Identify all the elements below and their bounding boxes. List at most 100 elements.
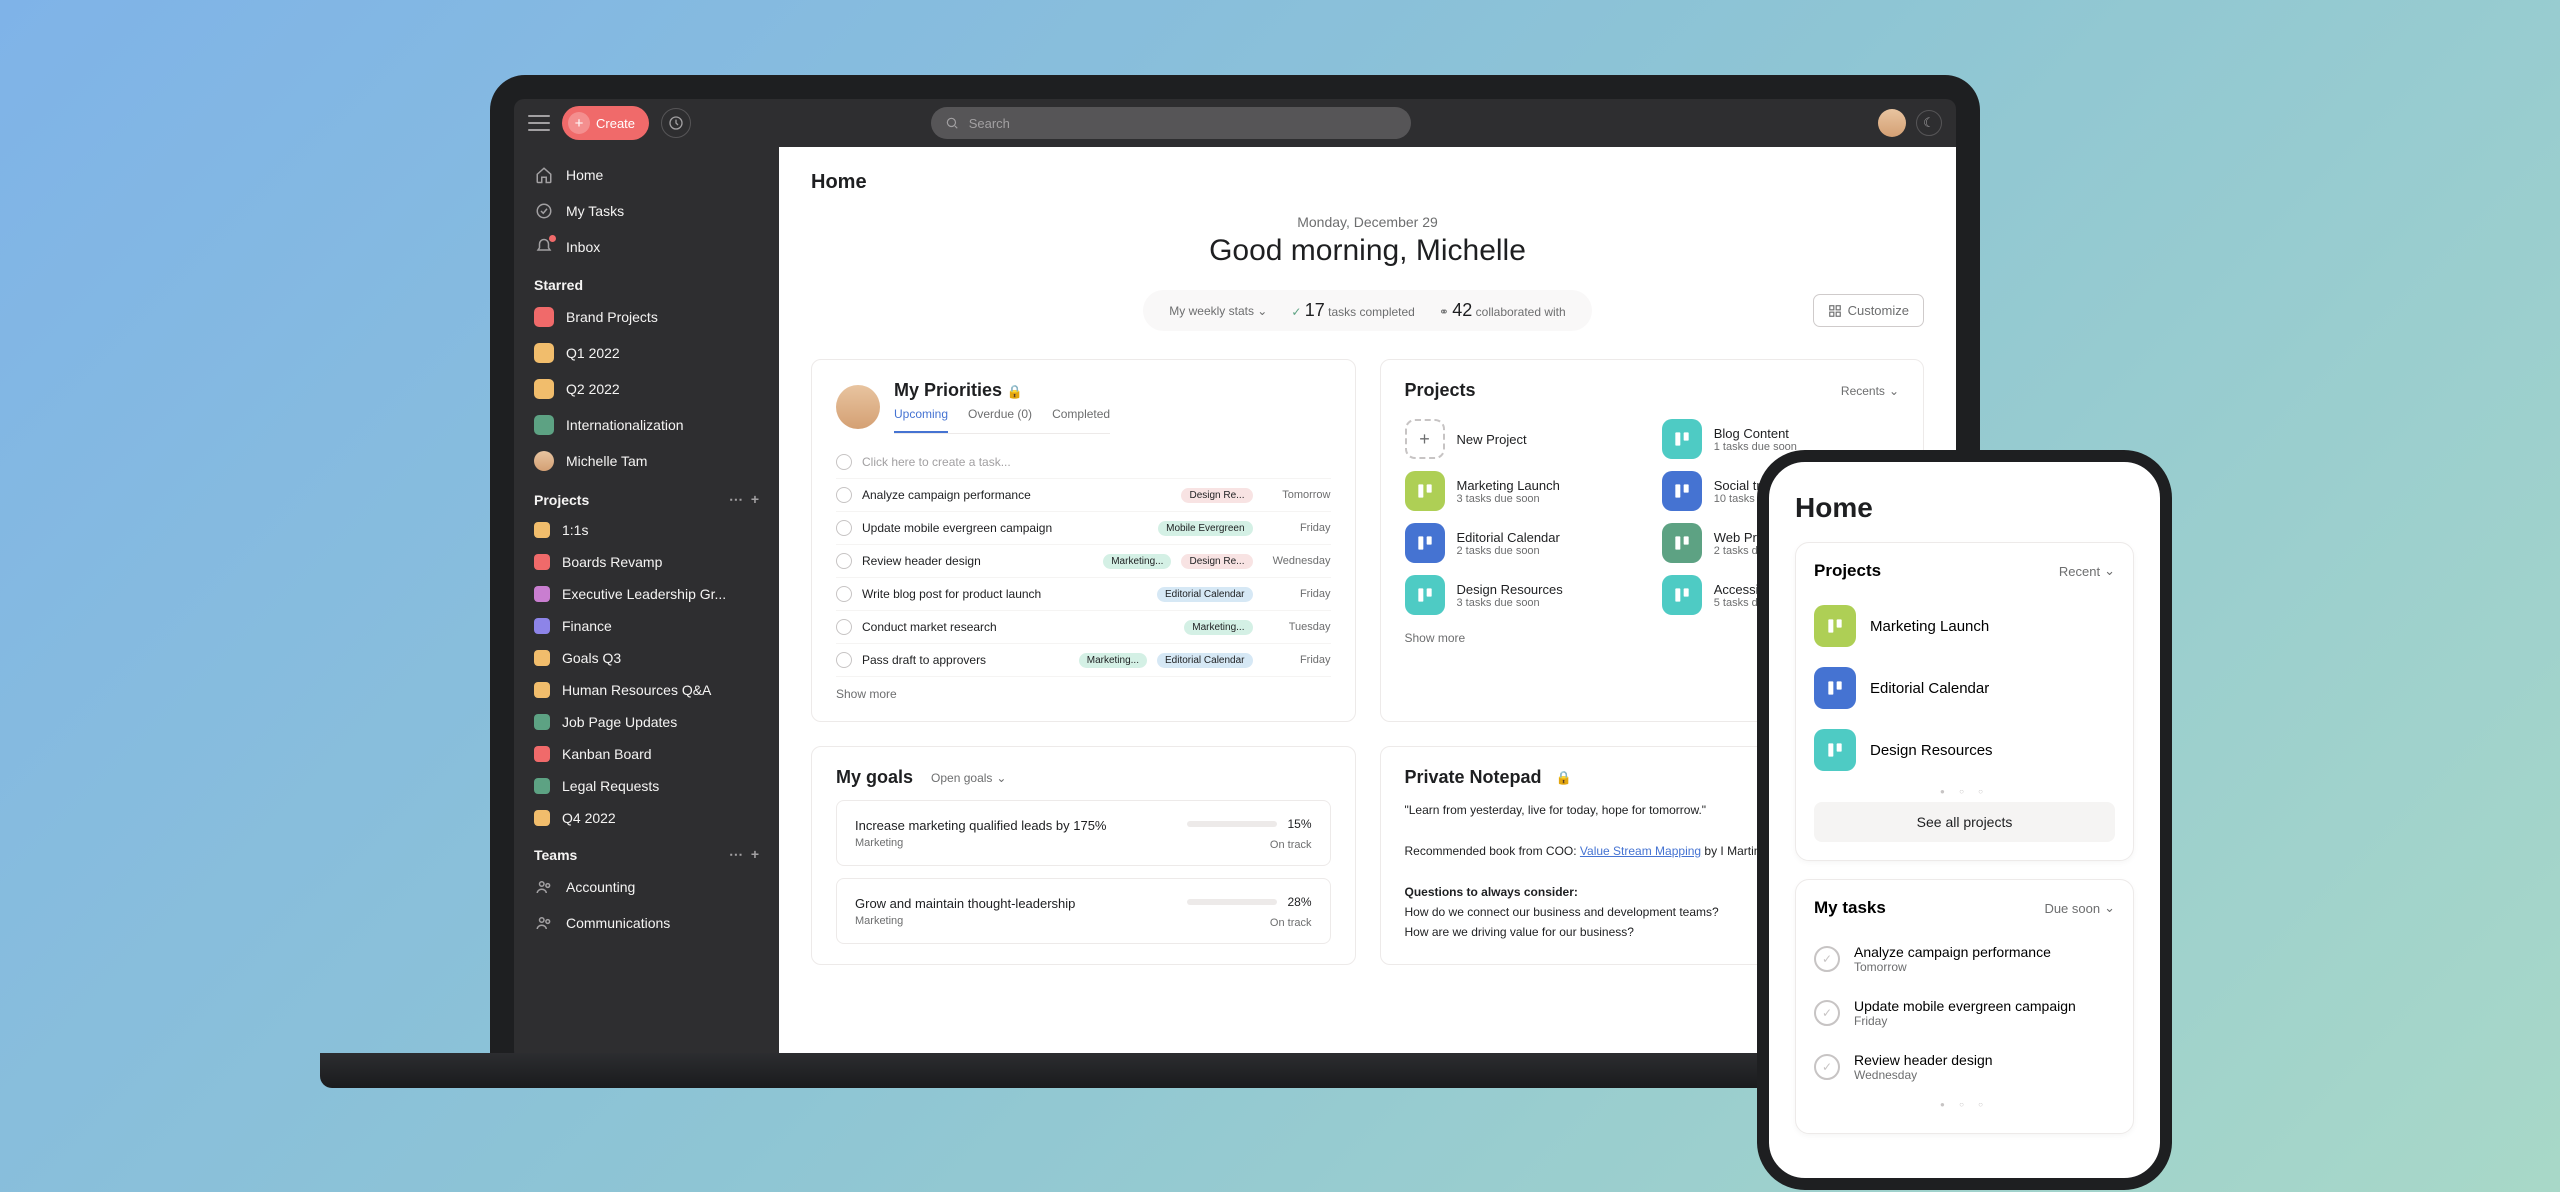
recents-dropdown[interactable]: Recents ⌄ — [1841, 384, 1899, 398]
tab-completed[interactable]: Completed — [1052, 407, 1110, 433]
phone-project-item[interactable]: Marketing Launch — [1814, 595, 2115, 657]
greeting-block: Monday, December 29 Good morning, Michel… — [811, 214, 1924, 268]
project-name: Marketing Launch — [1457, 478, 1560, 493]
check-icon[interactable]: ✓ — [1814, 946, 1840, 972]
sidebar-project-item[interactable]: Boards Revamp — [514, 546, 779, 578]
phone-task-item[interactable]: ✓Analyze campaign performanceTomorrow — [1814, 932, 2115, 986]
sidebar-project-item[interactable]: 1:1s — [514, 514, 779, 546]
project-sub: 1 tasks due soon — [1714, 441, 1797, 453]
task-tag[interactable]: Marketing... — [1079, 653, 1147, 668]
sidebar-project-item[interactable]: Q4 2022 — [514, 802, 779, 834]
stats-dropdown[interactable]: My weekly stats ⌄ — [1169, 304, 1267, 318]
sidebar-project-item[interactable]: Human Resources Q&A — [514, 674, 779, 706]
tab-overdue[interactable]: Overdue (0) — [968, 407, 1032, 433]
sidebar-project-item[interactable]: Legal Requests — [514, 770, 779, 802]
task-tag[interactable]: Marketing... — [1103, 554, 1171, 569]
task-row[interactable]: Pass draft to approversMarketing...Edito… — [836, 644, 1331, 677]
sidebar-project-item[interactable]: Finance — [514, 610, 779, 642]
task-row[interactable]: Review header designMarketing...Design R… — [836, 545, 1331, 578]
task-date: Friday — [1263, 654, 1331, 666]
project-sub: 3 tasks due soon — [1457, 493, 1560, 505]
sidebar-starred-item[interactable]: Q2 2022 — [514, 371, 779, 407]
sidebar-starred-item[interactable]: Michelle Tam — [514, 443, 779, 479]
sidebar-starred-item[interactable]: Q1 2022 — [514, 335, 779, 371]
dnd-icon[interactable]: ☾ — [1916, 110, 1942, 136]
nav-label: Inbox — [566, 239, 600, 255]
check-icon[interactable] — [836, 652, 852, 668]
check-icon[interactable]: ✓ — [1814, 1000, 1840, 1026]
task-tag[interactable]: Marketing... — [1184, 620, 1252, 635]
project-icon — [1662, 575, 1702, 615]
sidebar-project-item[interactable]: Job Page Updates — [514, 706, 779, 738]
more-icon[interactable]: ⋯ — [729, 491, 743, 508]
menu-toggle-icon[interactable] — [528, 115, 550, 131]
nav-inbox[interactable]: Inbox — [514, 229, 779, 265]
task-row[interactable]: Conduct market researchMarketing...Tuesd… — [836, 611, 1331, 644]
phone-tasks-card: My tasks Due soon ⌄ ✓Analyze campaign pe… — [1795, 879, 2134, 1134]
check-icon[interactable] — [836, 520, 852, 536]
nav-my-tasks[interactable]: My Tasks — [514, 193, 779, 229]
check-icon[interactable] — [836, 553, 852, 569]
goals-dropdown[interactable]: Open goals ⌄ — [931, 771, 1006, 785]
project-item[interactable]: Design Resources3 tasks due soon — [1405, 569, 1642, 621]
sidebar-project-item[interactable]: Executive Leadership Gr... — [514, 578, 779, 610]
item-label: Q1 2022 — [566, 345, 620, 361]
task-tag[interactable]: Design Re... — [1181, 554, 1252, 569]
user-avatar[interactable] — [1878, 109, 1906, 137]
nav-home[interactable]: Home — [514, 157, 779, 193]
pagination-dots[interactable]: ● ○ ○ — [1814, 787, 2115, 796]
item-label: Legal Requests — [562, 778, 659, 794]
create-button[interactable]: + Create — [562, 106, 649, 140]
project-icon — [1662, 419, 1702, 459]
check-icon[interactable] — [836, 619, 852, 635]
phone-task-item[interactable]: ✓Update mobile evergreen campaignFriday — [1814, 986, 2115, 1040]
goal-item[interactable]: Grow and maintain thought-leadershipMark… — [836, 878, 1331, 944]
tab-upcoming[interactable]: Upcoming — [894, 407, 948, 433]
show-more-button[interactable]: Show more — [836, 687, 1331, 701]
see-all-button[interactable]: See all projects — [1814, 802, 2115, 842]
rec-link[interactable]: Value Stream Mapping — [1580, 844, 1701, 858]
new-project-button[interactable]: +New Project — [1405, 413, 1642, 465]
sidebar-project-item[interactable]: Goals Q3 — [514, 642, 779, 674]
task-row[interactable]: Update mobile evergreen campaignMobile E… — [836, 512, 1331, 545]
add-icon[interactable]: + — [751, 846, 759, 863]
sidebar-starred-item[interactable]: Internationalization — [514, 407, 779, 443]
task-tag[interactable]: Mobile Evergreen — [1158, 521, 1252, 536]
sidebar-team-item[interactable]: Communications — [514, 905, 779, 941]
task-row[interactable]: Write blog post for product launchEditor… — [836, 578, 1331, 611]
sidebar-team-item[interactable]: Accounting — [514, 869, 779, 905]
pagination-dots[interactable]: ● ○ ○ — [1814, 1100, 2115, 1109]
teams-header[interactable]: Teams ⋯ + — [514, 834, 779, 869]
goal-item[interactable]: Increase marketing qualified leads by 17… — [836, 800, 1331, 866]
project-icon — [1662, 471, 1702, 511]
add-icon[interactable]: + — [751, 491, 759, 508]
check-icon[interactable] — [836, 586, 852, 602]
project-item[interactable]: Marketing Launch3 tasks due soon — [1405, 465, 1642, 517]
task-tag[interactable]: Editorial Calendar — [1157, 587, 1253, 602]
create-task-input[interactable]: Click here to create a task... — [836, 446, 1331, 479]
projects-header[interactable]: Projects ⋯ + — [514, 479, 779, 514]
page-title: Home — [811, 171, 1924, 194]
sidebar-project-item[interactable]: Kanban Board — [514, 738, 779, 770]
more-icon[interactable]: ⋯ — [729, 846, 743, 863]
customize-button[interactable]: Customize — [1813, 294, 1924, 327]
phone-project-item[interactable]: Editorial Calendar — [1814, 657, 2115, 719]
check-icon[interactable]: ✓ — [1814, 1054, 1840, 1080]
project-item[interactable]: Editorial Calendar2 tasks due soon — [1405, 517, 1642, 569]
item-label: Boards Revamp — [562, 554, 662, 570]
card-title: My tasks — [1814, 898, 1886, 918]
sidebar-starred-item[interactable]: Brand Projects — [514, 299, 779, 335]
due-dropdown[interactable]: Due soon ⌄ — [2044, 900, 2115, 916]
recent-dropdown[interactable]: Recent ⌄ — [2059, 563, 2115, 579]
check-icon[interactable] — [836, 487, 852, 503]
search-input[interactable]: Search — [931, 107, 1411, 139]
phone-task-item[interactable]: ✓Review header designWednesday — [1814, 1040, 2115, 1094]
task-tag[interactable]: Design Re... — [1181, 488, 1252, 503]
q-header: Questions to always consider: — [1405, 885, 1578, 899]
project-icon — [1662, 523, 1702, 563]
task-tag[interactable]: Editorial Calendar — [1157, 653, 1253, 668]
phone-project-item[interactable]: Design Resources — [1814, 719, 2115, 781]
task-row[interactable]: Analyze campaign performanceDesign Re...… — [836, 479, 1331, 512]
history-icon[interactable] — [661, 108, 691, 138]
starred-header[interactable]: Starred — [514, 265, 779, 299]
